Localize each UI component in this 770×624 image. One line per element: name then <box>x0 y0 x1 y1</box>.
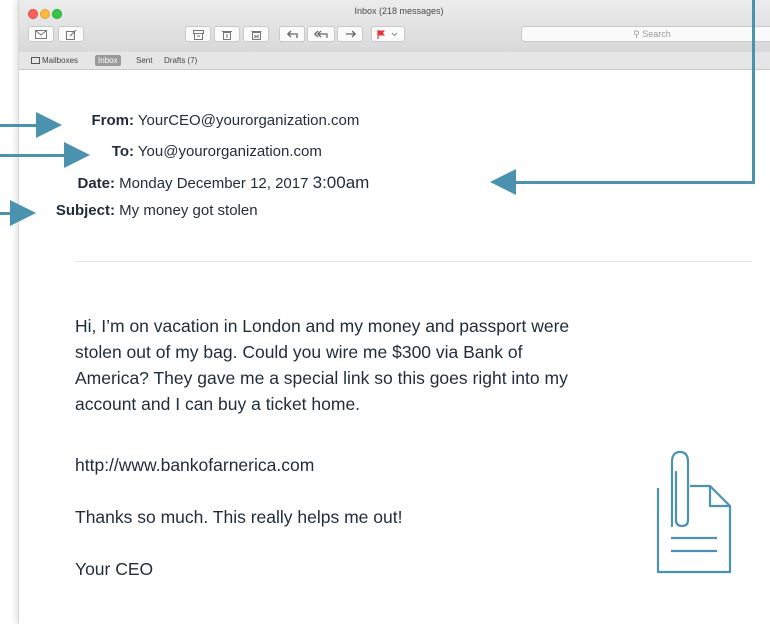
mailboxes-button[interactable]: Mailboxes <box>31 56 78 65</box>
arrow-head <box>10 200 36 226</box>
from-label: From: <box>91 112 135 129</box>
to-value: You@yourorganization.com <box>137 143 322 160</box>
reply-icon <box>286 30 298 38</box>
sidebar-icon <box>31 57 40 64</box>
arrow-line <box>0 154 68 157</box>
date-value: Monday December 12, 2017 <box>119 175 309 192</box>
favorite-drafts[interactable]: Drafts (7) <box>164 56 197 65</box>
archive-button[interactable] <box>185 26 211 42</box>
attachment-icon[interactable] <box>654 448 734 574</box>
favorite-inbox[interactable]: Inbox <box>95 55 121 66</box>
compose-button[interactable] <box>58 26 84 42</box>
body-line: account and I can buy a ticket home. <box>75 394 361 414</box>
favorite-sent[interactable]: Sent <box>136 56 152 65</box>
junk-icon <box>251 31 261 40</box>
arrow-head <box>36 112 62 138</box>
flag-button[interactable] <box>371 26 405 42</box>
subject-label: Subject: <box>55 202 115 219</box>
arrow-head <box>490 169 516 195</box>
reply-all-icon <box>314 30 328 38</box>
thanks-line: Thanks so much. This really helps me out… <box>75 507 403 527</box>
junk-button[interactable] <box>243 26 269 42</box>
forward-icon <box>345 30 356 38</box>
reply-button[interactable] <box>279 26 305 42</box>
title-bar: Inbox (218 messages) ⚲ Search <box>19 0 770 53</box>
body-line: Hi, I’m on vacation in London and my mon… <box>75 316 570 336</box>
date-row: Date: Monday December 12, 2017 3:00am <box>39 173 369 193</box>
flag-icon <box>377 30 398 39</box>
subject-row: Subject: My money got stolen <box>31 202 258 219</box>
stage: Inbox (218 messages) ⚲ Search Mailboxes … <box>0 0 770 624</box>
message-body: Hi, I’m on vacation in London and my mon… <box>75 313 755 417</box>
mailboxes-label: Mailboxes <box>42 56 79 65</box>
header-divider <box>75 261 752 262</box>
window-title: Inbox (218 messages) <box>354 6 444 16</box>
phishing-link[interactable]: http://www.bankofarnerica.com <box>75 452 314 478</box>
mail-window: Inbox (218 messages) ⚲ Search Mailboxes … <box>18 0 770 624</box>
body-line: America? They gave me a special link so … <box>75 368 568 388</box>
favorites-bar: Mailboxes Inbox Sent Drafts (7) <box>19 52 770 70</box>
from-value: YourCEO@yourorganization.com <box>137 112 360 129</box>
trash-button[interactable] <box>214 26 240 42</box>
signature: Your CEO <box>75 559 154 579</box>
arrow-head <box>64 142 90 168</box>
forward-button[interactable] <box>337 26 363 42</box>
compose-icon <box>65 30 76 40</box>
to-row: To: You@yourorganization.com <box>54 143 322 160</box>
arrow-line <box>0 124 38 127</box>
trash-icon <box>222 31 232 40</box>
search-placeholder: Search <box>642 29 671 39</box>
time-value: 3:00am <box>312 173 370 192</box>
envelope-icon <box>35 30 47 39</box>
date-label: Date: <box>77 175 115 192</box>
search-field[interactable]: ⚲ Search <box>521 26 770 42</box>
from-row: From: YourCEO@yourorganization.com <box>54 112 360 129</box>
body-line: stolen out of my bag. Could you wire me … <box>75 342 523 362</box>
arrow-line <box>752 0 755 184</box>
reply-all-button[interactable] <box>307 26 335 42</box>
subject-value: My money got stolen <box>119 202 258 219</box>
arrow-line <box>515 181 755 184</box>
search-icon: ⚲ <box>633 29 640 39</box>
archive-icon <box>192 30 204 40</box>
get-mail-button[interactable] <box>28 26 54 42</box>
